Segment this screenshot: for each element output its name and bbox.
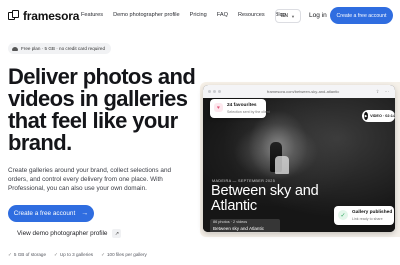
badge-text: Free plan · 5 GB · no credit card requir… — [21, 46, 106, 51]
create-account-button[interactable]: Create a free account → — [8, 205, 94, 222]
language-value: EN — [281, 13, 288, 19]
play-icon: ▶ — [364, 112, 369, 120]
language-select[interactable]: EN ▼ — [275, 9, 301, 23]
check-icon: ✓ — [101, 252, 105, 257]
browser-bar: framesora.com/between-sky-and-atlantic ⇪… — [203, 85, 395, 98]
view-demo-label: View demo photographer profile — [17, 230, 108, 237]
nav-item-features[interactable]: Features — [81, 12, 103, 18]
nav-item-resources[interactable]: Resources — [238, 12, 265, 18]
create-account-button-header[interactable]: Create a free account — [330, 7, 393, 24]
arrow-right-icon: → — [81, 210, 89, 217]
view-demo-profile-button[interactable]: View demo photographer profile ↗ — [17, 229, 122, 238]
chevron-down-icon: ▼ — [290, 13, 295, 19]
check-icon: ✓ — [8, 252, 12, 257]
arrow-up-right-icon: ↗ — [112, 229, 122, 238]
feature-item: ✓ 5 GB of storage — [8, 252, 46, 258]
hero-title: Deliver photos and videos in galleries t… — [8, 64, 196, 155]
favourites-card: ♥ 24 favourites Selection sent by the cl… — [210, 99, 270, 118]
create-account-label: Create a free account — [13, 210, 76, 217]
gallery-strip-title: Between sky and Atlantic — [213, 226, 265, 231]
feature-label: 100 files per gallery — [106, 252, 147, 257]
nav-item-pricing[interactable]: Pricing — [190, 12, 207, 18]
nav-item-faq[interactable]: FAQ — [217, 12, 228, 18]
favourites-subtitle: Selection sent by the client — [227, 110, 270, 114]
check-icon: ✓ — [54, 252, 58, 257]
browser-url: framesora.com/between-sky-and-atlantic — [267, 89, 340, 94]
feature-item: ✓ Up to 3 galleries — [54, 252, 93, 258]
site-header: framesora Features Demo photographer pro… — [0, 0, 400, 32]
share-icon: ⇪ — [375, 89, 380, 94]
gallery-meta: 86 photos · 2 videos — [213, 220, 248, 224]
login-link[interactable]: Log in — [309, 12, 327, 19]
favourites-title: 24 favourites — [227, 103, 257, 108]
dress-silhouette — [275, 156, 289, 174]
main-nav: Features Demo photographer profile Prici… — [81, 12, 286, 18]
window-dots — [208, 90, 221, 93]
video-label: VIDEO · 02:14 — [370, 114, 395, 118]
feature-list: ✓ 5 GB of storage ✓ Up to 3 galleries ✓ 100… — [8, 252, 147, 258]
browser-actions: ⇪ ⋯ — [376, 89, 389, 95]
heart-icon: ♥ — [214, 103, 223, 112]
logo-text: framesora — [23, 9, 80, 23]
feature-item: ✓ 100 files per gallery — [101, 252, 147, 258]
gallery-published-toast: ✓ Gallery published Link ready to share — [334, 206, 394, 225]
more-icon: ⋯ — [384, 89, 390, 94]
check-circle-icon: ✓ — [338, 210, 348, 220]
published-subtitle: Link ready to share — [352, 217, 383, 221]
nav-item-demo-profile[interactable]: Demo photographer profile — [113, 12, 180, 18]
feature-label: Up to 3 galleries — [59, 252, 94, 257]
hero-description: Create galleries around your brand, coll… — [8, 167, 172, 193]
feature-label: 5 GB of storage — [13, 252, 47, 257]
published-title: Gallery published — [352, 210, 393, 215]
logo[interactable]: framesora — [8, 9, 79, 23]
gallery-meta-strip: 86 photos · 2 videos Between sky and Atl… — [210, 219, 280, 233]
video-pill[interactable]: ▶ VIDEO · 02:14 — [362, 110, 395, 122]
logo-icon — [8, 10, 20, 22]
cloud-icon — [12, 46, 18, 51]
free-plan-badge: Free plan · 5 GB · no credit card requir… — [8, 43, 112, 54]
